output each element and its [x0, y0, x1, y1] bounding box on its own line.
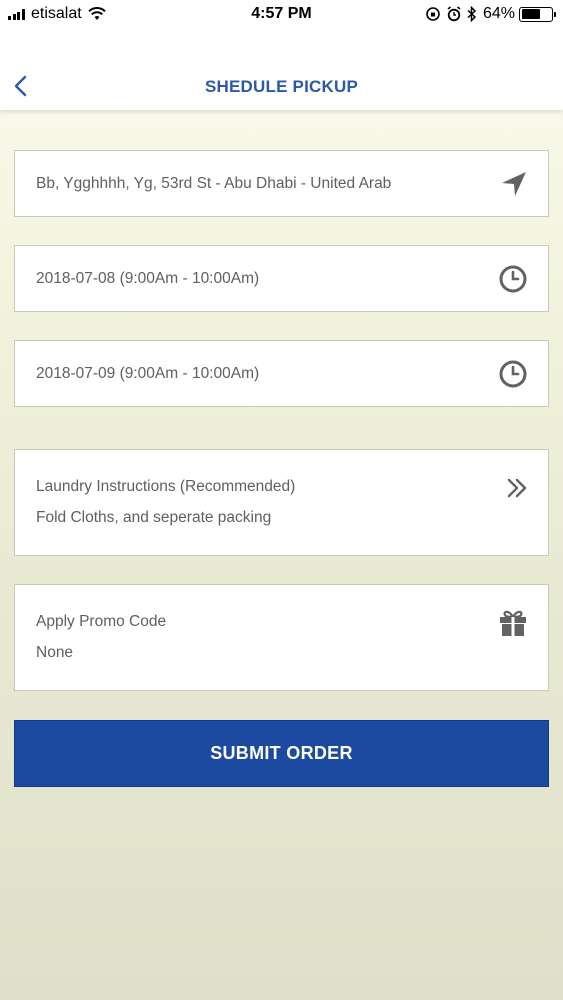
battery-icon — [519, 6, 556, 22]
battery-percent: 64% — [482, 5, 515, 22]
promo-code-field[interactable]: Apply Promo Code None — [14, 584, 549, 691]
battery-fill — [521, 9, 541, 19]
promo-code-label: Apply Promo Code — [36, 613, 167, 630]
address-field[interactable]: Bb, Ygghhhh, Yg, 53rd St - Abu Dhabi - U… — [14, 150, 549, 217]
pickup-slot-field[interactable]: 2018-07-08 (9:00Am - 10:00Am) — [14, 245, 549, 312]
promo-code-value: None — [36, 644, 74, 661]
status-bar: etisalat 4:57 PM 64% — [0, 0, 563, 30]
pickup-slot-value: 2018-07-08 (9:00Am - 10:00Am) — [36, 269, 260, 287]
nav-bar: SHEDULE PICKUP — [0, 30, 563, 110]
page-title: SHEDULE PICKUP — [205, 77, 358, 96]
clock-icon — [499, 265, 527, 292]
submit-order-button[interactable]: SUBMIT ORDER — [14, 720, 549, 787]
laundry-instructions-value: Fold Cloths, and seperate packing — [36, 509, 272, 526]
laundry-instructions-field[interactable]: Laundry Instructions (Recommended) Fold … — [14, 449, 549, 556]
delivery-slot-field[interactable]: 2018-07-09 (9:00Am - 10:00Am) — [14, 340, 549, 407]
clock-icon — [499, 360, 527, 387]
orientation-lock-icon — [426, 7, 440, 21]
laundry-instructions-label: Laundry Instructions (Recommended) — [36, 478, 296, 495]
gift-icon[interactable] — [498, 609, 528, 637]
location-arrow-icon[interactable] — [500, 170, 528, 198]
delivery-slot-value: 2018-07-09 (9:00Am - 10:00Am) — [36, 364, 260, 382]
address-value: Bb, Ygghhhh, Yg, 53rd St - Abu Dhabi - U… — [36, 174, 392, 192]
status-right: 64% — [425, 5, 556, 23]
double-chevron-right-icon[interactable] — [506, 477, 528, 499]
bluetooth-icon — [467, 6, 477, 22]
alarm-icon — [447, 6, 461, 22]
